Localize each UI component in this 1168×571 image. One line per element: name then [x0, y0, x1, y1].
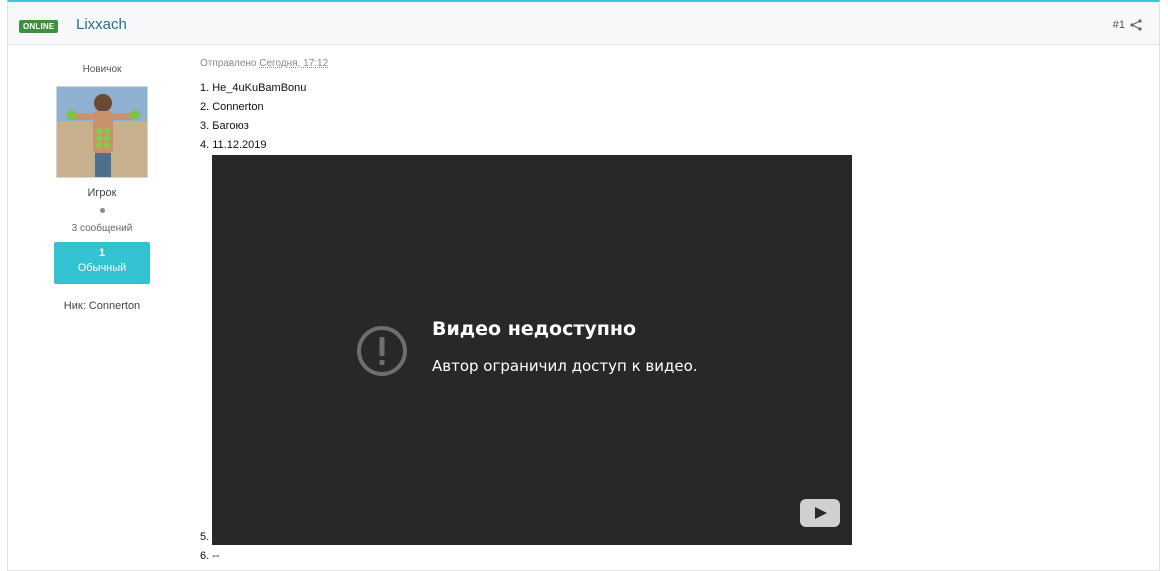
author-sidebar: Новичок Игрок 3 сообщений 1 Обычный Ник:… [8, 45, 196, 312]
video-row: 5. Видео недоступно Автор ограничил дост… [200, 155, 1159, 545]
nickname-field: Ник: Connerton [63, 300, 141, 312]
play-icon [815, 507, 827, 519]
embedded-video[interactable]: Видео недоступно Автор ограничил доступ … [212, 155, 852, 545]
post-date-time: Сегодня, 17:12 [259, 58, 329, 69]
list-item-number: 5. [200, 531, 210, 543]
forum-post: ONLINE Lixxach #1 Новичок Игрок 3 сообще… [7, 0, 1160, 571]
list-item: 4. 11.12.2019 [200, 139, 267, 151]
video-error-message: Автор ограничил доступ к видео. [432, 357, 698, 375]
reputation-label: Обычный [77, 262, 127, 274]
post-header: ONLINE Lixxach #1 [8, 2, 1159, 45]
list-item: 6. -- [200, 550, 220, 562]
exclamation-icon [357, 326, 407, 376]
group-name: Игрок [87, 187, 117, 199]
post-number-link[interactable]: #1 [1113, 19, 1125, 31]
list-item: 1. He_4uKuBamBonu [200, 82, 307, 94]
avatar[interactable] [56, 86, 148, 178]
reputation-value: 1 [98, 247, 106, 259]
post-content: Отправлено Сегодня, 17:12 1. He_4uKuBamB… [200, 45, 1159, 566]
online-badge: ONLINE [19, 20, 59, 33]
youtube-play-button[interactable] [800, 499, 840, 527]
video-error-title: Видео недоступно [432, 318, 637, 340]
author-name-link[interactable]: Lixxach [76, 16, 127, 33]
post-date: Отправлено Сегодня, 17:12 [200, 58, 1159, 69]
post-count: 3 сообщений [71, 223, 133, 234]
post-body: 1. He_4uKuBamBonu 2. Connerton 3. Багоюз… [200, 79, 1159, 566]
reputation-box[interactable]: 1 Обычный [54, 242, 150, 284]
share-icon[interactable] [1129, 18, 1143, 32]
list-item: 3. Багоюз [200, 120, 249, 132]
rank-dot-icon [99, 208, 105, 213]
list-item: 2. Connerton [200, 101, 264, 113]
avatar-image [57, 87, 147, 177]
post-date-prefix: Отправлено [200, 58, 257, 69]
rank-title: Новичок [82, 64, 122, 75]
